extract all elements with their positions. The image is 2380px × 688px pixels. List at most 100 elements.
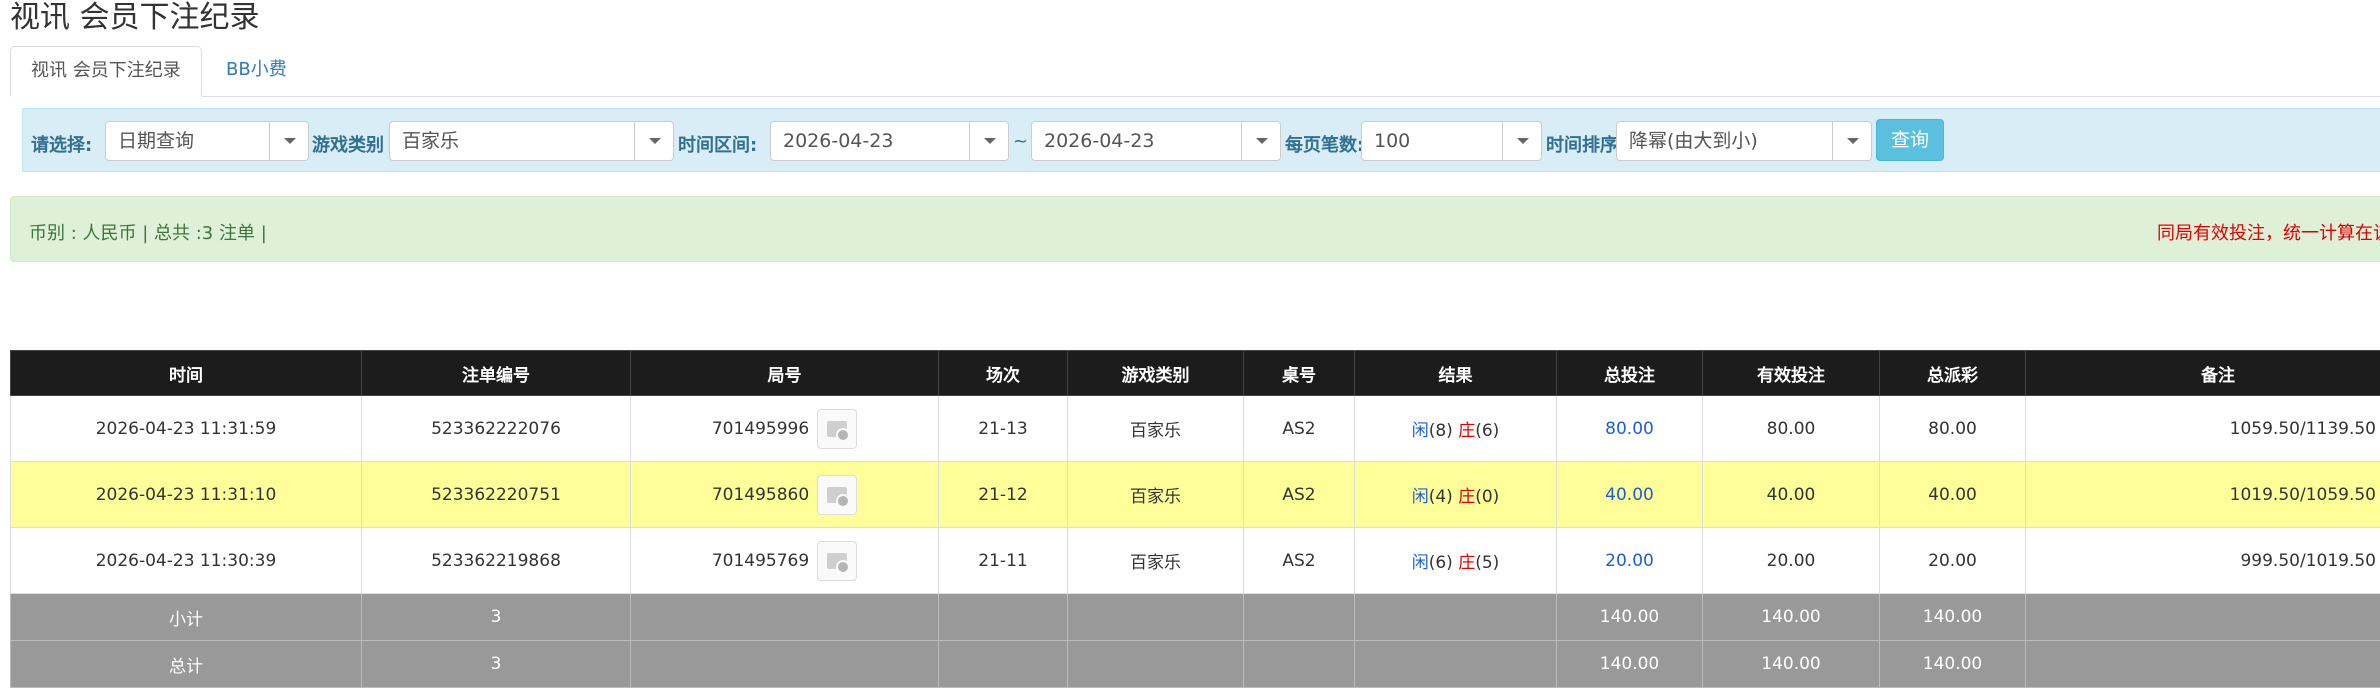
cell-session: 21-13	[939, 396, 1068, 462]
cell-payout: 40.00	[1880, 462, 2026, 528]
cell-table: AS2	[1244, 396, 1355, 462]
sort-select[interactable]: 降幂(由大到小)	[1616, 121, 1872, 161]
cell-game: 百家乐	[1068, 396, 1244, 462]
header-total-bet: 总投注	[1557, 351, 1703, 396]
per-page-select[interactable]: 100	[1361, 121, 1542, 161]
cell-order-id: 523362220751	[362, 462, 631, 528]
banker-score: (5)	[1475, 553, 1499, 573]
game-type-select[interactable]: 百家乐	[389, 121, 674, 161]
cell-order-id: 523362219868	[362, 528, 631, 594]
start-date-value: 2026-04-23	[783, 130, 893, 152]
total-payout: 140.00	[1880, 641, 2026, 688]
tab-bb-tips[interactable]: BB小费	[206, 46, 307, 96]
per-page-label: 每页笔数:	[1285, 131, 1364, 157]
cell-remark: 999.50/1019.50	[2026, 528, 2380, 594]
start-date-select[interactable]: 2026-04-23	[770, 121, 1009, 161]
chevron-down-icon	[269, 122, 308, 160]
tab-bar: 视讯 会员下注纪录 BB小费	[10, 46, 2380, 97]
cell-session: 21-11	[939, 528, 1068, 594]
cell-game: 百家乐	[1068, 528, 1244, 594]
table-header-row: 时间 注单编号 局号 场次 游戏类别 桌号 结果 总投注 有效投注 总派彩 备注	[11, 351, 2380, 396]
cell-table: AS2	[1244, 462, 1355, 528]
cell-order-id: 523362222076	[362, 396, 631, 462]
banker-label: 庄	[1458, 553, 1475, 573]
summary-alert: 币别 : 人民币 | 总共 :3 注单 | 同局有效投注，统一计算在该	[10, 196, 2380, 262]
subtotal-count: 3	[362, 594, 631, 641]
player-label: 闲	[1412, 487, 1429, 507]
summary-note: 同局有效投注，统一计算在该	[2157, 219, 2380, 245]
select-label: 请选择:	[31, 131, 92, 157]
cell-total-bet-link[interactable]: 40.00	[1557, 462, 1703, 528]
header-payout: 总派彩	[1880, 351, 2026, 396]
game-type-value: 百家乐	[402, 130, 459, 152]
table-row: 2026-04-23 11:31:10 523362220751 7014958…	[11, 462, 2380, 528]
player-score: (4)	[1429, 487, 1453, 507]
cell-round-id: 701495860	[712, 485, 809, 505]
total-label: 总计	[11, 641, 362, 688]
sort-label: 时间排序:	[1546, 131, 1625, 157]
replay-icon[interactable]	[817, 409, 857, 449]
cell-time: 2026-04-23 11:31:10	[11, 462, 362, 528]
subtotal-label: 小计	[11, 594, 362, 641]
chevron-down-icon	[634, 122, 673, 160]
banker-score: (0)	[1475, 487, 1499, 507]
query-button[interactable]: 查询	[1876, 119, 1944, 161]
header-session: 场次	[939, 351, 1068, 396]
total-count: 3	[362, 641, 631, 688]
chevron-down-icon	[1241, 122, 1280, 160]
player-label: 闲	[1412, 553, 1429, 573]
end-date-select[interactable]: 2026-04-23	[1031, 121, 1281, 161]
filter-bar: 请选择: 日期查询 游戏类别 百家乐 时间区间: 2026-04-23 ~ 20…	[22, 108, 2380, 172]
page-title: 视讯 会员下注纪录	[10, 0, 260, 40]
replay-icon[interactable]	[817, 475, 857, 515]
cell-valid-bet: 80.00	[1703, 396, 1880, 462]
total-row: 总计 3 140.00 140.00 140.00	[11, 641, 2380, 688]
subtotal-payout: 140.00	[1880, 594, 2026, 641]
header-round-id: 局号	[631, 351, 939, 396]
cell-remark: 1019.50/1059.50	[2026, 462, 2380, 528]
header-game-type: 游戏类别	[1068, 351, 1244, 396]
header-table-no: 桌号	[1244, 351, 1355, 396]
tab-bet-records[interactable]: 视讯 会员下注纪录	[10, 46, 202, 97]
header-valid-bet: 有效投注	[1703, 351, 1880, 396]
chevron-down-icon	[1502, 122, 1541, 160]
subtotal-row: 小计 3 140.00 140.00 140.00	[11, 594, 2380, 641]
cell-total-bet-link[interactable]: 80.00	[1557, 396, 1703, 462]
total-total-bet: 140.00	[1557, 641, 1703, 688]
cell-result: 闲(6) 庄(5)	[1355, 528, 1557, 594]
sort-value: 降幂(由大到小)	[1629, 130, 1758, 152]
cell-payout: 20.00	[1880, 528, 2026, 594]
cell-valid-bet: 20.00	[1703, 528, 1880, 594]
cell-result: 闲(4) 庄(0)	[1355, 462, 1557, 528]
cell-table: AS2	[1244, 528, 1355, 594]
replay-icon[interactable]	[817, 541, 857, 581]
summary-info: 币别 : 人民币 | 总共 :3 注单 |	[29, 219, 267, 245]
cell-valid-bet: 40.00	[1703, 462, 1880, 528]
bet-records-table: 时间 注单编号 局号 场次 游戏类别 桌号 结果 总投注 有效投注 总派彩 备注…	[10, 350, 2380, 688]
banker-label: 庄	[1458, 421, 1475, 441]
cell-round: 701495860	[631, 462, 939, 528]
table-row: 2026-04-23 11:30:39 523362219868 7014957…	[11, 528, 2380, 594]
chevron-down-icon	[969, 122, 1008, 160]
cell-session: 21-12	[939, 462, 1068, 528]
game-type-label: 游戏类别	[312, 131, 384, 157]
query-type-select[interactable]: 日期查询	[105, 121, 309, 161]
cell-time: 2026-04-23 11:31:59	[11, 396, 362, 462]
header-time: 时间	[11, 351, 362, 396]
cell-round-id: 701495769	[712, 551, 809, 571]
cell-game: 百家乐	[1068, 462, 1244, 528]
time-range-label: 时间区间:	[678, 131, 757, 157]
total-valid-bet: 140.00	[1703, 641, 1880, 688]
player-label: 闲	[1412, 421, 1429, 441]
banker-score: (6)	[1475, 421, 1499, 441]
subtotal-total-bet: 140.00	[1557, 594, 1703, 641]
cell-total-bet-link[interactable]: 20.00	[1557, 528, 1703, 594]
player-score: (6)	[1429, 553, 1453, 573]
cell-remark: 1059.50/1139.50	[2026, 396, 2380, 462]
query-type-value: 日期查询	[118, 130, 194, 152]
table-row: 2026-04-23 11:31:59 523362222076 7014959…	[11, 396, 2380, 462]
range-separator: ~	[1013, 131, 1028, 152]
player-score: (8)	[1429, 421, 1453, 441]
cell-round: 701495769	[631, 528, 939, 594]
header-order-id: 注单编号	[362, 351, 631, 396]
